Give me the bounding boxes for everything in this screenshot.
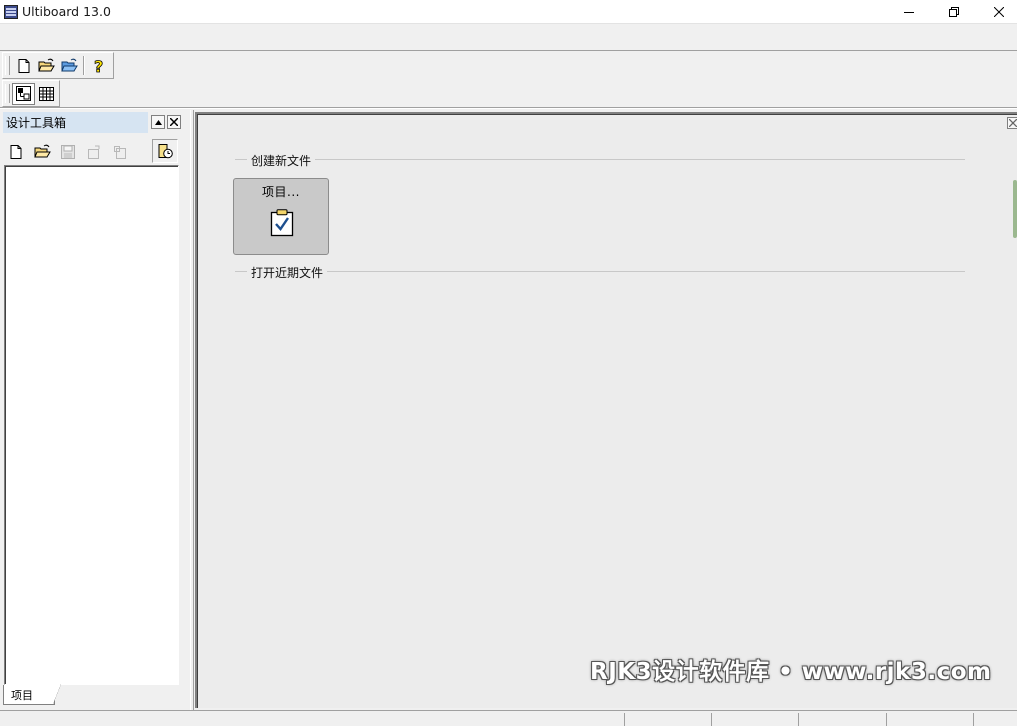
start-page-close-button[interactable] bbox=[1007, 117, 1017, 129]
panel-close-doc-button[interactable] bbox=[81, 141, 107, 163]
scroll-indicator[interactable] bbox=[1013, 180, 1017, 238]
panel-pin-button[interactable] bbox=[151, 115, 165, 129]
restore-icon bbox=[949, 7, 959, 17]
new-document-icon bbox=[18, 58, 29, 73]
file-toolbar: ? bbox=[2, 52, 114, 79]
close-window-button[interactable] bbox=[976, 0, 1017, 24]
new-project-tile[interactable]: 项目... bbox=[233, 178, 329, 255]
status-cell bbox=[624, 713, 625, 726]
close-icon bbox=[1008, 118, 1017, 128]
window-title: Ultiboard 13.0 bbox=[22, 4, 111, 19]
panel-new-button[interactable] bbox=[3, 141, 29, 163]
watermark-text: RJK3设计软件库 • www.rjk3.com bbox=[590, 659, 992, 685]
new-section-divider bbox=[235, 159, 965, 160]
panel-close-button[interactable] bbox=[167, 115, 181, 129]
help-question-icon: ? bbox=[93, 57, 103, 75]
panel-open-button[interactable] bbox=[29, 141, 55, 163]
panel-save-button[interactable] bbox=[55, 141, 81, 163]
spreadsheet-icon bbox=[39, 86, 54, 101]
status-cell bbox=[886, 713, 887, 726]
tab-project[interactable]: 项目 bbox=[3, 684, 61, 705]
save-icon bbox=[61, 145, 75, 159]
design-toolbox-panel: 设计工具箱 项目 bbox=[0, 110, 190, 710]
view-toolbar bbox=[2, 80, 60, 107]
chevron-up-icon bbox=[154, 119, 162, 125]
status-bar bbox=[0, 710, 1017, 726]
panel-print-button[interactable] bbox=[107, 141, 133, 163]
recent-projects-icon bbox=[158, 144, 173, 159]
new-section-label: 创建新文件 bbox=[247, 152, 316, 169]
new-project-label: 项目... bbox=[262, 185, 300, 199]
status-cell bbox=[798, 713, 799, 726]
toggle-spreadsheet-button[interactable] bbox=[35, 83, 58, 105]
menu-bar bbox=[0, 24, 1017, 51]
recent-projects-button[interactable] bbox=[152, 139, 178, 163]
toolbar-divider bbox=[0, 107, 1017, 109]
open-button[interactable] bbox=[35, 55, 58, 77]
open-samples-folder-icon bbox=[61, 58, 78, 71]
restore-button[interactable] bbox=[931, 0, 977, 24]
minimize-icon bbox=[904, 12, 914, 13]
clipboard-check-icon bbox=[270, 209, 294, 240]
help-button[interactable]: ? bbox=[87, 55, 110, 77]
status-cell bbox=[711, 713, 712, 726]
toggle-design-toolbox-button[interactable] bbox=[12, 82, 35, 105]
status-cell bbox=[973, 713, 974, 726]
open-folder-icon bbox=[33, 144, 51, 158]
new-button[interactable] bbox=[12, 55, 35, 77]
start-page: 创建新文件 项目... 打开近期文件 bbox=[195, 112, 1017, 708]
ultiboard-app-icon bbox=[4, 5, 18, 19]
panel-splitter[interactable] bbox=[190, 110, 194, 710]
recent-section-label: 打开近期文件 bbox=[247, 264, 328, 281]
open-folder-icon bbox=[38, 58, 55, 71]
print-icon bbox=[114, 146, 126, 159]
project-tree-view[interactable] bbox=[4, 165, 179, 685]
panel-title: 设计工具箱 bbox=[3, 112, 148, 133]
title-bar: Ultiboard 13.0 bbox=[0, 0, 1017, 24]
design-toolbox-icon bbox=[16, 86, 31, 101]
close-icon bbox=[994, 7, 1004, 17]
new-document-icon bbox=[10, 145, 22, 159]
close-icon bbox=[170, 118, 178, 126]
open-samples-button[interactable] bbox=[58, 55, 81, 77]
toolbar-separator bbox=[83, 56, 85, 75]
minimize-button[interactable] bbox=[886, 0, 932, 24]
close-document-icon bbox=[88, 145, 100, 159]
svg-text:?: ? bbox=[94, 57, 103, 75]
recent-section-divider bbox=[235, 271, 965, 272]
